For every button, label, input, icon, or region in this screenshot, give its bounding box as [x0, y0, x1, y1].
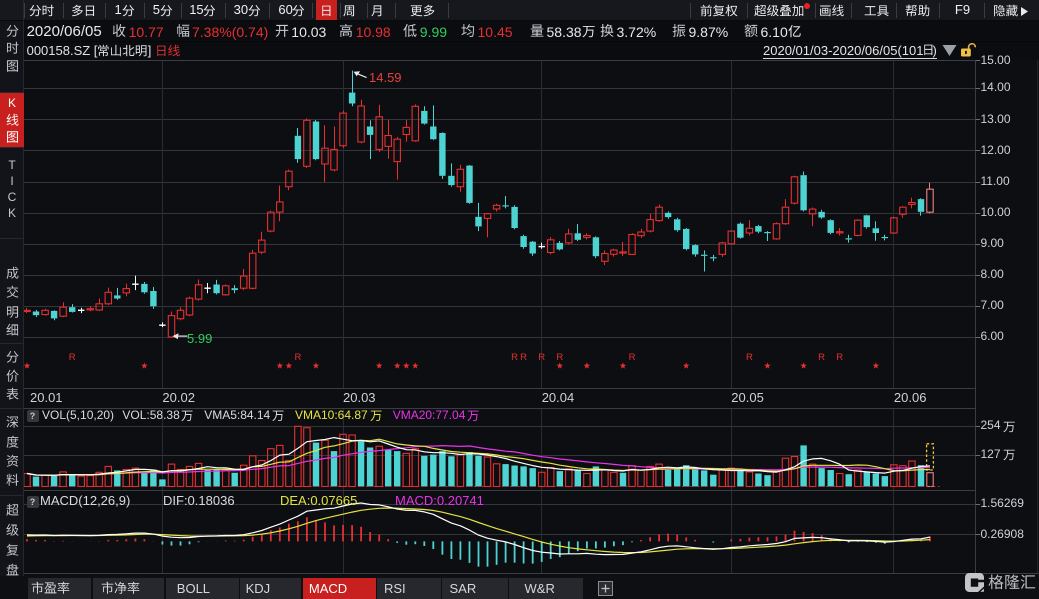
svg-text:R: R: [556, 352, 563, 363]
svg-text:R: R: [294, 352, 301, 363]
svg-text:R: R: [538, 352, 545, 363]
svg-text:R: R: [746, 352, 753, 363]
svg-text:R: R: [511, 352, 518, 363]
svg-text:R: R: [836, 352, 843, 363]
svg-text:R: R: [818, 352, 825, 363]
svg-text:R: R: [629, 352, 636, 363]
svg-text:R: R: [69, 352, 76, 363]
svg-text:R: R: [520, 352, 527, 363]
